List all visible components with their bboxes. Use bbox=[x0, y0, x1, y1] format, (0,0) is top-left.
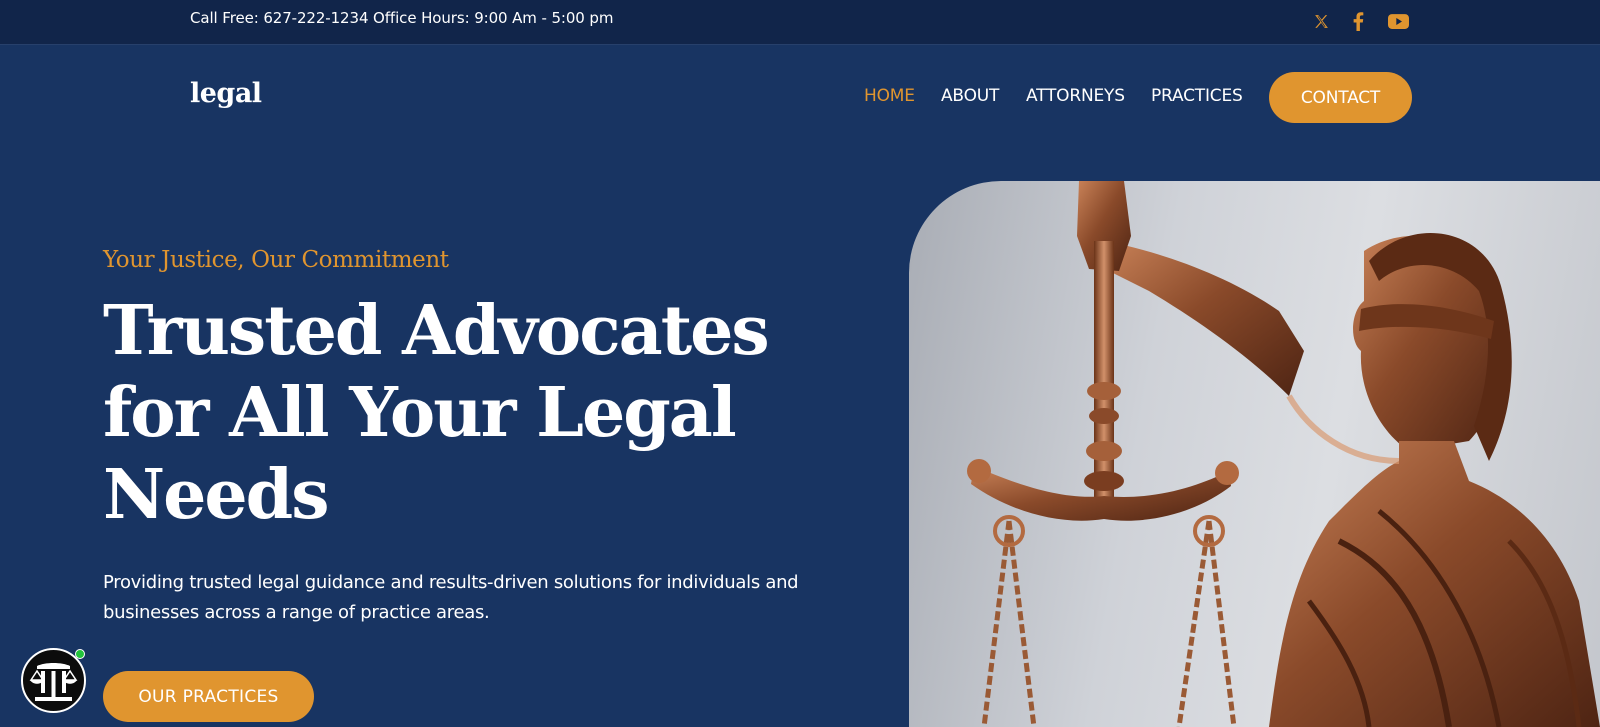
our-practices-button[interactable]: OUR PRACTICES bbox=[103, 671, 314, 722]
hero-tagline: Your Justice, Our Commitment bbox=[103, 247, 449, 273]
contact-button[interactable]: CONTACT bbox=[1269, 72, 1412, 123]
site-logo[interactable]: legal bbox=[190, 78, 262, 109]
facebook-icon[interactable] bbox=[1347, 10, 1369, 32]
nav-about[interactable]: ABOUT bbox=[941, 86, 999, 106]
hero-headline: Trusted Advocates for All Your Legal Nee… bbox=[103, 291, 770, 535]
online-status-dot bbox=[75, 649, 85, 659]
top-bar: Call Free: 627-222-1234 Office Hours: 9:… bbox=[0, 0, 1600, 45]
nav-attorneys[interactable]: ATTORNEYS bbox=[1026, 86, 1125, 106]
nav-practices[interactable]: PRACTICES bbox=[1151, 86, 1243, 106]
youtube-icon[interactable] bbox=[1387, 10, 1409, 32]
x-twitter-icon[interactable] bbox=[1310, 10, 1332, 32]
contact-info-text: Call Free: 627-222-1234 Office Hours: 9:… bbox=[190, 9, 614, 27]
hero-description: Providing trusted legal guidance and res… bbox=[103, 572, 799, 623]
lady-justice-statue-image bbox=[909, 181, 1600, 727]
nav-home[interactable]: HOME bbox=[864, 86, 915, 106]
